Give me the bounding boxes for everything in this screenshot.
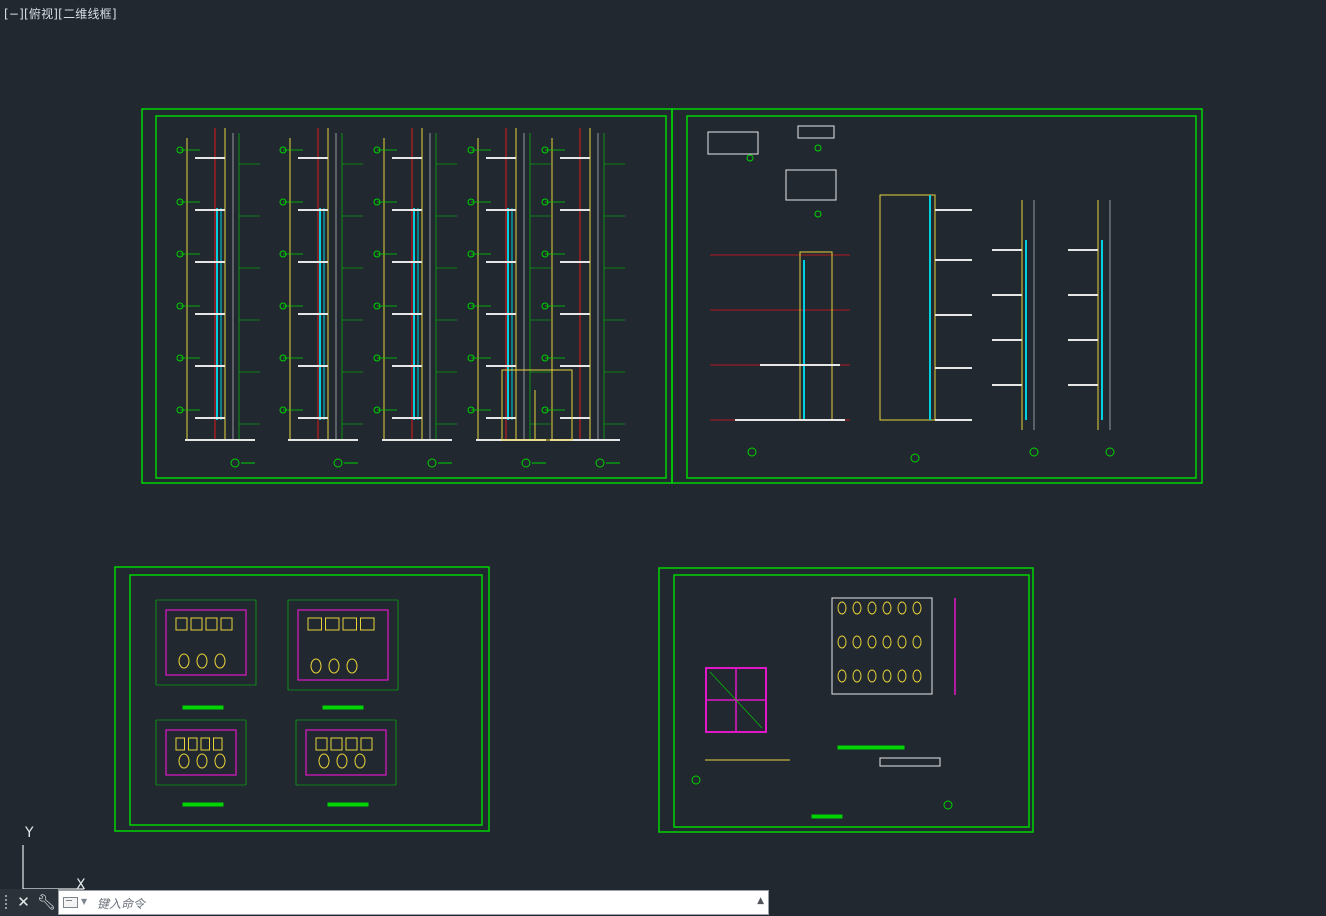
command-line-tools: ✕ 🔧︎ [12, 889, 58, 916]
sheet-toilet-plans [114, 566, 490, 832]
command-prompt-icon[interactable] [63, 897, 78, 908]
command-history-button[interactable]: ▲ [757, 896, 764, 906]
ucs-icon: Y X [22, 825, 86, 891]
sheet-toilet-layout [658, 567, 1034, 833]
chevron-down-icon[interactable]: ▼ [81, 897, 87, 906]
close-icon[interactable]: ✕ [14, 889, 34, 916]
command-input[interactable] [95, 894, 739, 914]
sheet-details [671, 108, 1203, 484]
sheet-wall-sections [141, 108, 673, 484]
drawing-canvas[interactable] [0, 0, 1326, 916]
command-line: ▼ ▲ [58, 890, 769, 915]
wrench-icon[interactable]: 🔧︎ [37, 889, 57, 916]
ucs-y-label: Y [24, 825, 34, 841]
ucs-x-label: X [76, 877, 86, 891]
command-line-grip[interactable] [0, 889, 12, 916]
